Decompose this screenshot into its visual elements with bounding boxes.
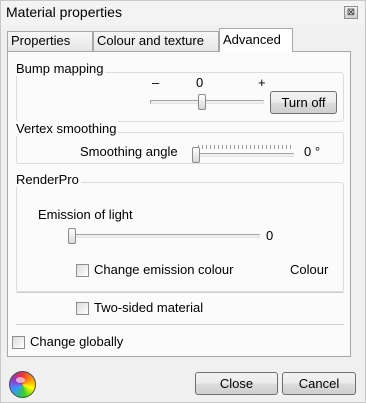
close-button[interactable]: Close (195, 372, 278, 395)
bump-value: 0 (196, 75, 204, 90)
bump-mapping-legend: Bump mapping (14, 61, 106, 76)
smoothing-angle-label: Smoothing angle (80, 144, 178, 159)
turn-off-button[interactable]: Turn off (270, 91, 337, 114)
close-icon[interactable]: ⊠ (344, 6, 358, 19)
vertex-smoothing-group (16, 132, 344, 164)
bump-slider-thumb[interactable] (198, 94, 206, 110)
smoothing-slider-ticks (198, 145, 294, 149)
smoothing-slider-track[interactable] (198, 153, 294, 157)
cancel-button[interactable]: Cancel (282, 372, 356, 395)
change-globally-checkbox[interactable] (12, 336, 25, 349)
renderpro-separator (16, 292, 344, 293)
window-title: Material properties (6, 4, 122, 20)
two-sided-checkbox[interactable] (76, 302, 89, 315)
bump-minus-label: – (152, 75, 160, 90)
colour-button[interactable]: Colour (290, 262, 328, 277)
bump-slider-track[interactable] (150, 100, 264, 104)
title-bar[interactable]: Material properties ⊠ (1, 1, 365, 25)
panel-separator (16, 324, 344, 325)
emission-slider-thumb[interactable] (68, 228, 76, 244)
two-sided-label[interactable]: Two-sided material (94, 300, 203, 315)
change-emission-checkbox[interactable] (76, 264, 89, 277)
tab-advanced[interactable]: Advanced (219, 28, 293, 52)
emission-value: 0 (266, 228, 274, 243)
renderpro-legend: RenderPro (14, 172, 81, 187)
emission-label: Emission of light (38, 207, 133, 222)
advanced-panel: Bump mapping – 0 + Turn off Vertex smoot… (7, 51, 351, 357)
vertex-smoothing-legend: Vertex smoothing (14, 121, 119, 136)
change-globally-label[interactable]: Change globally (30, 334, 123, 349)
bump-plus-label: + (258, 75, 266, 90)
tab-colour-and-texture[interactable]: Colour and texture (93, 31, 219, 51)
material-properties-window: Material properties ⊠ Properties Colour … (0, 0, 366, 403)
emission-slider-track[interactable] (70, 234, 260, 238)
smoothing-slider-thumb[interactable] (192, 147, 200, 163)
smoothing-angle-value: 0 ° (304, 144, 321, 159)
color-wheel-icon[interactable] (9, 371, 36, 398)
change-emission-label[interactable]: Change emission colour (94, 262, 233, 277)
tab-properties[interactable]: Properties (7, 31, 93, 51)
